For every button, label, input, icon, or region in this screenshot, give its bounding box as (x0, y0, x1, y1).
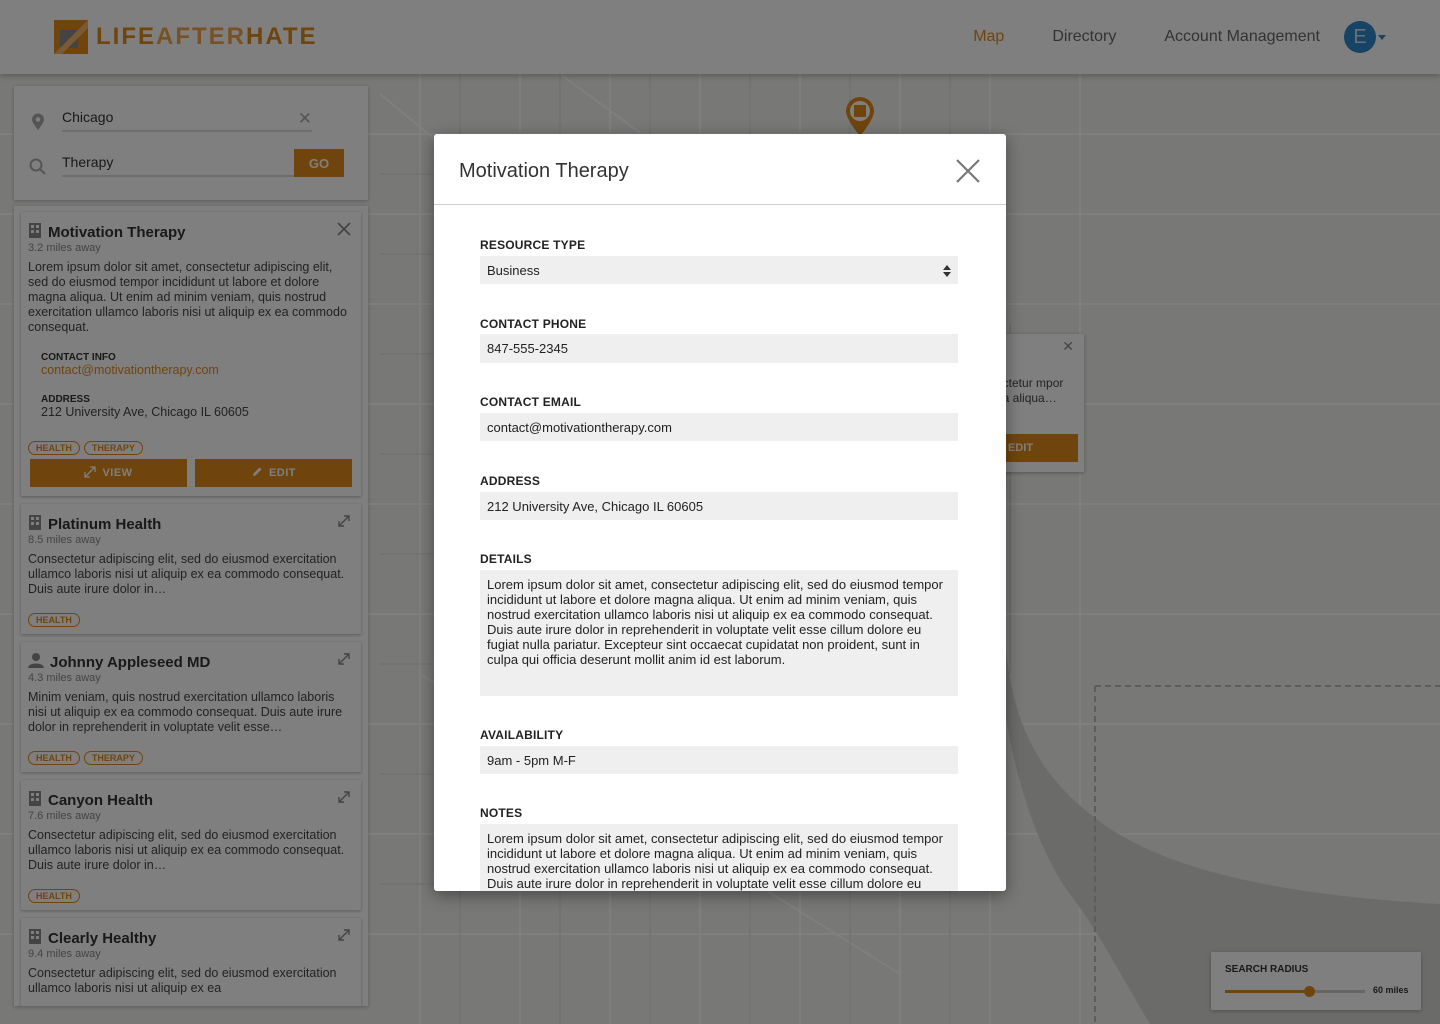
contact-phone-field[interactable]: 847-555-2345 (480, 334, 958, 363)
address-label: ADDRESS (480, 474, 541, 488)
modal-body[interactable]: RESOURCE TYPE Business CONTACT PHONE 847… (434, 206, 1006, 891)
availability-field[interactable]: 9am - 5pm M-F (480, 746, 958, 774)
resource-detail-modal: Motivation Therapy RESOURCE TYPE Busines… (434, 134, 1006, 891)
modal-title: Motivation Therapy (459, 160, 629, 182)
resource-type-select[interactable]: Business (480, 256, 958, 284)
resource-type-value: Business (487, 262, 540, 278)
contact-phone-label: CONTACT PHONE (480, 317, 587, 331)
close-icon[interactable] (955, 158, 981, 184)
notes-textarea[interactable]: Lorem ipsum dolor sit amet, consectetur … (480, 824, 958, 891)
contact-email-field[interactable]: contact@motivationtherapy.com (480, 413, 958, 441)
modal-header: Motivation Therapy (434, 134, 1006, 205)
resource-type-label: RESOURCE TYPE (480, 238, 586, 252)
select-arrows-icon (943, 265, 951, 277)
details-label: DETAILS (480, 552, 532, 566)
details-textarea[interactable]: Lorem ipsum dolor sit amet, consectetur … (480, 570, 958, 696)
address-field[interactable]: 212 University Ave, Chicago IL 60605 (480, 492, 958, 520)
notes-label: NOTES (480, 806, 523, 820)
availability-label: AVAILABILITY (480, 728, 564, 742)
contact-email-label: CONTACT EMAIL (480, 395, 582, 409)
